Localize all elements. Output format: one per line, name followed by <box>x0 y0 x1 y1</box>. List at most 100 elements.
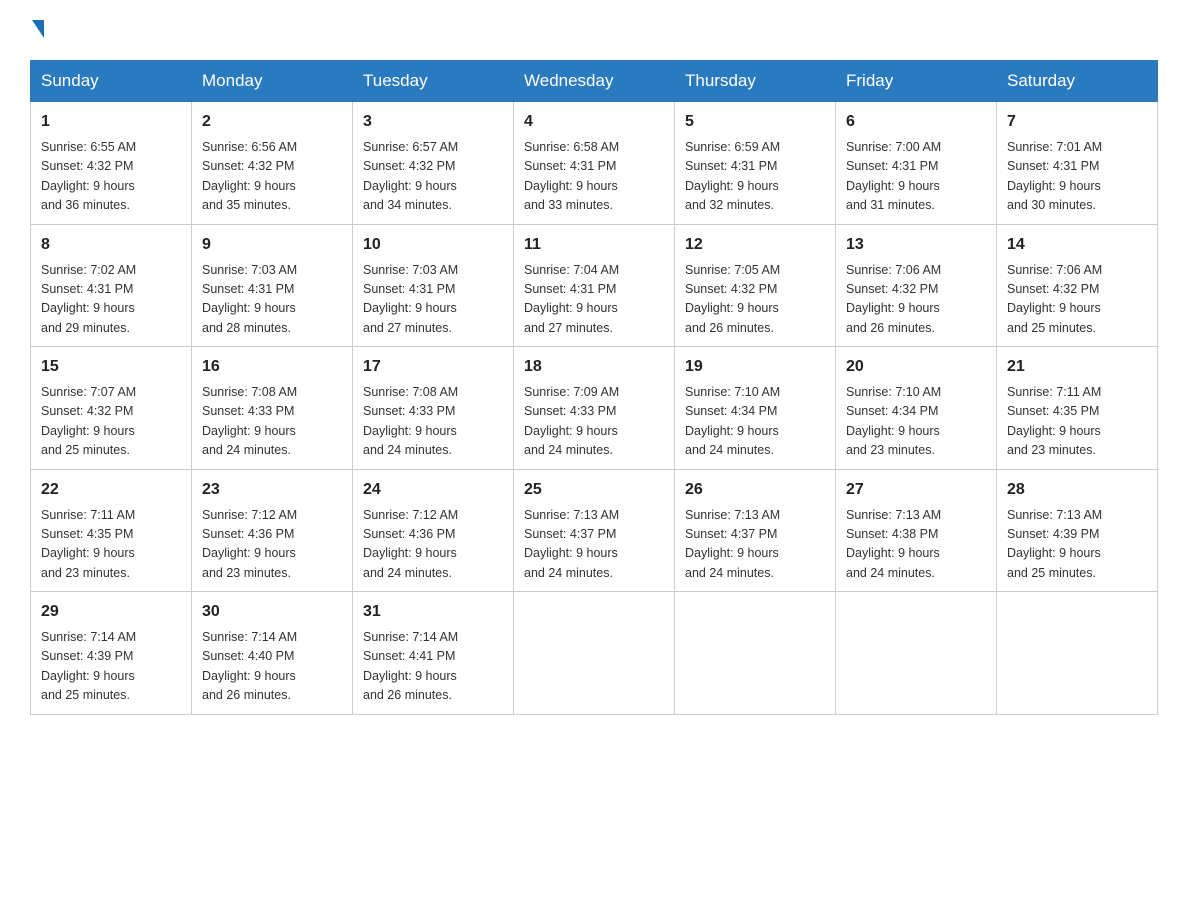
calendar-cell: 15 Sunrise: 7:07 AMSunset: 4:32 PMDayligh… <box>31 347 192 470</box>
day-info: Sunrise: 7:12 AMSunset: 4:36 PMDaylight:… <box>202 506 342 584</box>
day-number: 31 <box>363 600 503 624</box>
calendar-cell: 9 Sunrise: 7:03 AMSunset: 4:31 PMDaylight… <box>192 224 353 347</box>
calendar-cell: 29 Sunrise: 7:14 AMSunset: 4:39 PMDayligh… <box>31 592 192 715</box>
calendar-cell: 14 Sunrise: 7:06 AMSunset: 4:32 PMDayligh… <box>997 224 1158 347</box>
calendar-cell: 25 Sunrise: 7:13 AMSunset: 4:37 PMDayligh… <box>514 469 675 592</box>
day-number: 23 <box>202 478 342 502</box>
day-info: Sunrise: 7:13 AMSunset: 4:39 PMDaylight:… <box>1007 506 1147 584</box>
day-info: Sunrise: 7:11 AMSunset: 4:35 PMDaylight:… <box>41 506 181 584</box>
calendar-cell <box>997 592 1158 715</box>
day-info: Sunrise: 6:57 AMSunset: 4:32 PMDaylight:… <box>363 138 503 216</box>
calendar-cell: 4 Sunrise: 6:58 AMSunset: 4:31 PMDaylight… <box>514 102 675 225</box>
calendar-cell: 24 Sunrise: 7:12 AMSunset: 4:36 PMDayligh… <box>353 469 514 592</box>
calendar-header-friday: Friday <box>836 61 997 102</box>
day-number: 12 <box>685 233 825 257</box>
day-number: 8 <box>41 233 181 257</box>
day-info: Sunrise: 7:01 AMSunset: 4:31 PMDaylight:… <box>1007 138 1147 216</box>
day-info: Sunrise: 7:08 AMSunset: 4:33 PMDaylight:… <box>202 383 342 461</box>
calendar-cell: 8 Sunrise: 7:02 AMSunset: 4:31 PMDaylight… <box>31 224 192 347</box>
day-info: Sunrise: 7:04 AMSunset: 4:31 PMDaylight:… <box>524 261 664 339</box>
day-number: 29 <box>41 600 181 624</box>
day-info: Sunrise: 7:12 AMSunset: 4:36 PMDaylight:… <box>363 506 503 584</box>
day-info: Sunrise: 7:13 AMSunset: 4:37 PMDaylight:… <box>524 506 664 584</box>
day-number: 4 <box>524 110 664 134</box>
calendar-cell <box>836 592 997 715</box>
calendar-header-saturday: Saturday <box>997 61 1158 102</box>
day-number: 26 <box>685 478 825 502</box>
day-number: 3 <box>363 110 503 134</box>
calendar-table: SundayMondayTuesdayWednesdayThursdayFrid… <box>30 60 1158 715</box>
calendar-cell: 11 Sunrise: 7:04 AMSunset: 4:31 PMDayligh… <box>514 224 675 347</box>
calendar-cell: 12Sunrise: 7:05 AMSunset: 4:32 PMDayligh… <box>675 224 836 347</box>
calendar-cell: 20Sunrise: 7:10 AMSunset: 4:34 PMDayligh… <box>836 347 997 470</box>
calendar-cell: 21 Sunrise: 7:11 AMSunset: 4:35 PMDayligh… <box>997 347 1158 470</box>
day-info: Sunrise: 6:58 AMSunset: 4:31 PMDaylight:… <box>524 138 664 216</box>
calendar-header-row: SundayMondayTuesdayWednesdayThursdayFrid… <box>31 61 1158 102</box>
day-info: Sunrise: 7:09 AMSunset: 4:33 PMDaylight:… <box>524 383 664 461</box>
calendar-cell: 18 Sunrise: 7:09 AMSunset: 4:33 PMDayligh… <box>514 347 675 470</box>
day-number: 16 <box>202 355 342 379</box>
day-info: Sunrise: 7:06 AMSunset: 4:32 PMDaylight:… <box>846 261 986 339</box>
calendar-cell: 10 Sunrise: 7:03 AMSunset: 4:31 PMDayligh… <box>353 224 514 347</box>
day-info: Sunrise: 7:13 AMSunset: 4:38 PMDaylight:… <box>846 506 986 584</box>
calendar-cell: 31 Sunrise: 7:14 AMSunset: 4:41 PMDayligh… <box>353 592 514 715</box>
day-info: Sunrise: 6:55 AMSunset: 4:32 PMDaylight:… <box>41 138 181 216</box>
day-info: Sunrise: 7:00 AMSunset: 4:31 PMDaylight:… <box>846 138 986 216</box>
day-info: Sunrise: 6:56 AMSunset: 4:32 PMDaylight:… <box>202 138 342 216</box>
day-number: 22 <box>41 478 181 502</box>
calendar-header-thursday: Thursday <box>675 61 836 102</box>
day-info: Sunrise: 7:11 AMSunset: 4:35 PMDaylight:… <box>1007 383 1147 461</box>
calendar-cell: 13Sunrise: 7:06 AMSunset: 4:32 PMDayligh… <box>836 224 997 347</box>
calendar-header-wednesday: Wednesday <box>514 61 675 102</box>
day-info: Sunrise: 7:03 AMSunset: 4:31 PMDaylight:… <box>363 261 503 339</box>
day-number: 14 <box>1007 233 1147 257</box>
day-number: 1 <box>41 110 181 134</box>
day-number: 2 <box>202 110 342 134</box>
day-number: 19 <box>685 355 825 379</box>
calendar-cell <box>675 592 836 715</box>
calendar-cell: 19 Sunrise: 7:10 AMSunset: 4:34 PMDayligh… <box>675 347 836 470</box>
calendar-cell: 5Sunrise: 6:59 AMSunset: 4:31 PMDaylight… <box>675 102 836 225</box>
day-info: Sunrise: 7:06 AMSunset: 4:32 PMDaylight:… <box>1007 261 1147 339</box>
calendar-week-row: 29 Sunrise: 7:14 AMSunset: 4:39 PMDayligh… <box>31 592 1158 715</box>
calendar-week-row: 1 Sunrise: 6:55 AMSunset: 4:32 PMDaylight… <box>31 102 1158 225</box>
calendar-week-row: 15 Sunrise: 7:07 AMSunset: 4:32 PMDayligh… <box>31 347 1158 470</box>
calendar-week-row: 22 Sunrise: 7:11 AMSunset: 4:35 PMDayligh… <box>31 469 1158 592</box>
calendar-cell: 30Sunrise: 7:14 AMSunset: 4:40 PMDayligh… <box>192 592 353 715</box>
calendar-cell: 23 Sunrise: 7:12 AMSunset: 4:36 PMDayligh… <box>192 469 353 592</box>
day-number: 10 <box>363 233 503 257</box>
calendar-cell: 22 Sunrise: 7:11 AMSunset: 4:35 PMDayligh… <box>31 469 192 592</box>
calendar-cell: 28Sunrise: 7:13 AMSunset: 4:39 PMDayligh… <box>997 469 1158 592</box>
day-info: Sunrise: 7:07 AMSunset: 4:32 PMDaylight:… <box>41 383 181 461</box>
day-number: 9 <box>202 233 342 257</box>
calendar-cell: 7 Sunrise: 7:01 AMSunset: 4:31 PMDaylight… <box>997 102 1158 225</box>
day-number: 7 <box>1007 110 1147 134</box>
day-number: 24 <box>363 478 503 502</box>
day-info: Sunrise: 7:03 AMSunset: 4:31 PMDaylight:… <box>202 261 342 339</box>
day-info: Sunrise: 7:14 AMSunset: 4:40 PMDaylight:… <box>202 628 342 706</box>
day-info: Sunrise: 7:14 AMSunset: 4:39 PMDaylight:… <box>41 628 181 706</box>
day-info: Sunrise: 7:08 AMSunset: 4:33 PMDaylight:… <box>363 383 503 461</box>
calendar-cell: 17Sunrise: 7:08 AMSunset: 4:33 PMDayligh… <box>353 347 514 470</box>
calendar-header-monday: Monday <box>192 61 353 102</box>
day-number: 21 <box>1007 355 1147 379</box>
day-info: Sunrise: 7:02 AMSunset: 4:31 PMDaylight:… <box>41 261 181 339</box>
day-number: 15 <box>41 355 181 379</box>
day-number: 18 <box>524 355 664 379</box>
calendar-cell: 3 Sunrise: 6:57 AMSunset: 4:32 PMDaylight… <box>353 102 514 225</box>
calendar-header-sunday: Sunday <box>31 61 192 102</box>
logo-arrow-icon <box>32 20 44 38</box>
calendar-cell: 16 Sunrise: 7:08 AMSunset: 4:33 PMDayligh… <box>192 347 353 470</box>
day-info: Sunrise: 7:14 AMSunset: 4:41 PMDaylight:… <box>363 628 503 706</box>
page-header <box>30 20 1158 40</box>
calendar-week-row: 8 Sunrise: 7:02 AMSunset: 4:31 PMDaylight… <box>31 224 1158 347</box>
day-number: 25 <box>524 478 664 502</box>
day-number: 20 <box>846 355 986 379</box>
day-number: 11 <box>524 233 664 257</box>
day-number: 6 <box>846 110 986 134</box>
calendar-cell <box>514 592 675 715</box>
day-info: Sunrise: 7:10 AMSunset: 4:34 PMDaylight:… <box>685 383 825 461</box>
day-info: Sunrise: 6:59 AMSunset: 4:31 PMDaylight:… <box>685 138 825 216</box>
day-info: Sunrise: 7:13 AMSunset: 4:37 PMDaylight:… <box>685 506 825 584</box>
calendar-cell: 2 Sunrise: 6:56 AMSunset: 4:32 PMDaylight… <box>192 102 353 225</box>
